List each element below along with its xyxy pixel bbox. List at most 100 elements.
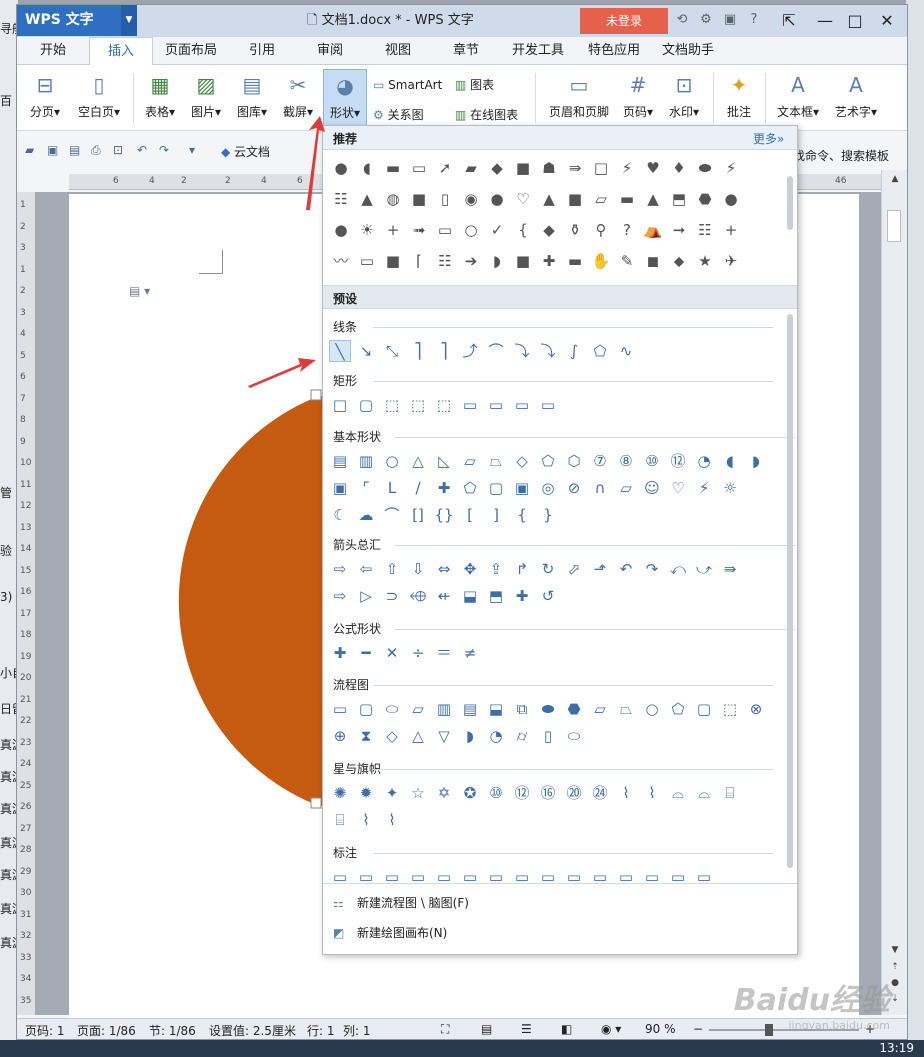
smartart-button[interactable]: ▭ SmartArt	[373, 75, 442, 95]
preset-shape-item[interactable]: ◺	[433, 450, 455, 472]
recommended-shape-item[interactable]: ■	[511, 156, 535, 180]
line-shape-item[interactable]: ╲	[329, 340, 351, 362]
preset-shape-item[interactable]: ⌜	[355, 477, 377, 499]
preset-shape-item[interactable]: ▣	[329, 477, 351, 499]
comment-button[interactable]: ✦ 批注	[719, 69, 759, 127]
preset-shape-item[interactable]: ㉔	[589, 782, 611, 804]
preset-shape-item[interactable]: ☆	[407, 782, 429, 804]
preset-shape-item[interactable]: /	[407, 477, 429, 499]
recommended-shape-item[interactable]: ▲	[355, 187, 379, 211]
preset-shape-item[interactable]: ⑳	[563, 782, 585, 804]
zoom-level[interactable]: 90 %	[645, 1022, 676, 1036]
chevron-down-icon[interactable]: ▼	[121, 5, 137, 36]
picture-button[interactable]: ▨ 图片▾	[185, 69, 227, 127]
preset-shape-item[interactable]: ◗	[459, 725, 481, 747]
recommended-shape-item[interactable]: ⚱	[563, 218, 587, 242]
outline-view-icon[interactable]: ☰	[521, 1022, 532, 1036]
page-break-button[interactable]: ⊟ 分页▾	[23, 69, 67, 127]
preset-shape-item[interactable]: ✪	[459, 782, 481, 804]
recommended-shape-item[interactable]: ☷	[433, 249, 457, 273]
scroll-up-icon[interactable]: ▲	[882, 174, 907, 190]
preset-shape-item[interactable]: ＝	[433, 642, 455, 664]
preset-shape-item[interactable]: ⑫	[667, 450, 689, 472]
refresh-icon[interactable]: ⟲	[673, 11, 691, 29]
recommended-shape-item[interactable]: ⬣	[693, 187, 717, 211]
close-icon[interactable]: ✕	[875, 9, 899, 33]
preset-shape-item[interactable]: ⌭	[511, 725, 533, 747]
web-view-icon[interactable]: ◧	[561, 1022, 572, 1036]
recommended-shape-item[interactable]: ▱	[589, 187, 613, 211]
recommended-shape-item[interactable]: +	[719, 218, 743, 242]
recommended-shape-item[interactable]: ✈	[719, 249, 743, 273]
preset-shape-item[interactable]: ⌓	[667, 782, 689, 804]
recommended-shape-item[interactable]: ✋	[589, 249, 613, 273]
preset-shape-item[interactable]: ▭	[511, 394, 533, 416]
preset-shape-item[interactable]: ÷	[407, 642, 429, 664]
recommended-shape-item[interactable]: ➔	[459, 249, 483, 273]
preset-shape-item[interactable]: ⤺	[667, 558, 689, 580]
preset-shape-item[interactable]: ⇨	[329, 585, 351, 607]
recommended-shape-item[interactable]: ☷	[693, 218, 717, 242]
tab-review[interactable]: 审阅	[305, 37, 355, 65]
recommended-shape-item[interactable]: ●	[719, 187, 743, 211]
recommended-shape-item[interactable]: ★	[693, 249, 717, 273]
recommended-shape-item[interactable]: ●	[485, 187, 509, 211]
preset-shape-item[interactable]: ⌇	[641, 782, 663, 804]
preset-shape-item[interactable]: ⊗	[745, 698, 767, 720]
tab-view[interactable]: 视图	[373, 37, 423, 65]
preset-shape-item[interactable]: ⤡	[381, 340, 403, 362]
recommended-shape-item[interactable]: ⌈	[407, 249, 431, 273]
skin-icon[interactable]: ▣	[721, 11, 739, 29]
preset-shape-item[interactable]: ⬚	[719, 698, 741, 720]
recommended-shape-item[interactable]: ◗	[485, 249, 509, 273]
preset-shape-item[interactable]: ✹	[355, 782, 377, 804]
save-icon[interactable]: ▣	[47, 143, 63, 159]
preset-shape-item[interactable]: ↷	[641, 558, 663, 580]
preset-shape-item[interactable]: ☾	[329, 504, 351, 526]
preset-shape-item[interactable]: ⤻	[693, 558, 715, 580]
recommended-shape-item[interactable]: ▯	[433, 187, 457, 211]
preset-shape-item[interactable]: ☺	[641, 477, 663, 499]
tab-home[interactable]: 开始	[25, 37, 81, 65]
preset-shape-item[interactable]: ▷	[355, 585, 377, 607]
preset-shape-item[interactable]: ⬚	[433, 394, 455, 416]
preset-shape-item[interactable]: ✚	[511, 585, 533, 607]
recommended-shape-item[interactable]: ▬	[381, 156, 405, 180]
preset-shape-item[interactable]: ∩	[589, 477, 611, 499]
preset-shape-item[interactable]: ⬚	[381, 394, 403, 416]
preset-shape-item[interactable]: ⊃	[381, 585, 403, 607]
print-icon[interactable]: ⎙	[91, 143, 107, 159]
preset-shape-item[interactable]: ⇧	[381, 558, 403, 580]
recommended-shape-item[interactable]: ♥	[641, 156, 665, 180]
preset-scrollbar[interactable]	[787, 314, 793, 868]
preset-shape-item[interactable]: ∿	[615, 340, 637, 362]
preset-shape-item[interactable]: ○	[381, 450, 403, 472]
recommended-shape-item[interactable]: ▲	[537, 187, 561, 211]
preset-shape-item[interactable]: ▭	[329, 698, 351, 720]
preset-shape-item[interactable]: ⊘	[563, 477, 585, 499]
preset-shape-item[interactable]: ▥	[355, 450, 377, 472]
preset-shape-item[interactable]: ▽	[433, 725, 455, 747]
preset-shape-item[interactable]: △	[407, 725, 429, 747]
preset-shape-item[interactable]: ▱	[615, 477, 637, 499]
recommended-shape-item[interactable]: +	[381, 218, 405, 242]
preset-shape-item[interactable]: ⬠	[667, 698, 689, 720]
preset-shape-item[interactable]: ◎	[537, 477, 559, 499]
preset-shape-item[interactable]: ▯	[537, 725, 559, 747]
redo-icon[interactable]: ↷	[159, 143, 175, 159]
preset-shape-item[interactable]: ⑯	[537, 782, 559, 804]
recommended-shape-item[interactable]: ⛺	[641, 218, 665, 242]
preset-shape-item[interactable]: ⬚	[407, 394, 429, 416]
preset-shape-item[interactable]: ▣	[511, 477, 533, 499]
recommended-shape-item[interactable]: ▲	[641, 187, 665, 211]
recommended-shape-item[interactable]: ✚	[537, 249, 561, 273]
settings-icon[interactable]: ⚙	[697, 11, 715, 29]
undo-icon[interactable]: ↶	[137, 143, 153, 159]
recommended-shape-item[interactable]: ⚲	[589, 218, 613, 242]
recommended-shape-item[interactable]: ▰	[459, 156, 483, 180]
scroll-down-icon[interactable]: ▼	[882, 945, 907, 961]
preset-shape-item[interactable]: ⌸	[329, 809, 351, 831]
tab-insert[interactable]: 插入	[89, 37, 153, 66]
recommended-scrollbar[interactable]	[787, 176, 793, 230]
recommended-shape-item[interactable]: ■	[407, 187, 431, 211]
